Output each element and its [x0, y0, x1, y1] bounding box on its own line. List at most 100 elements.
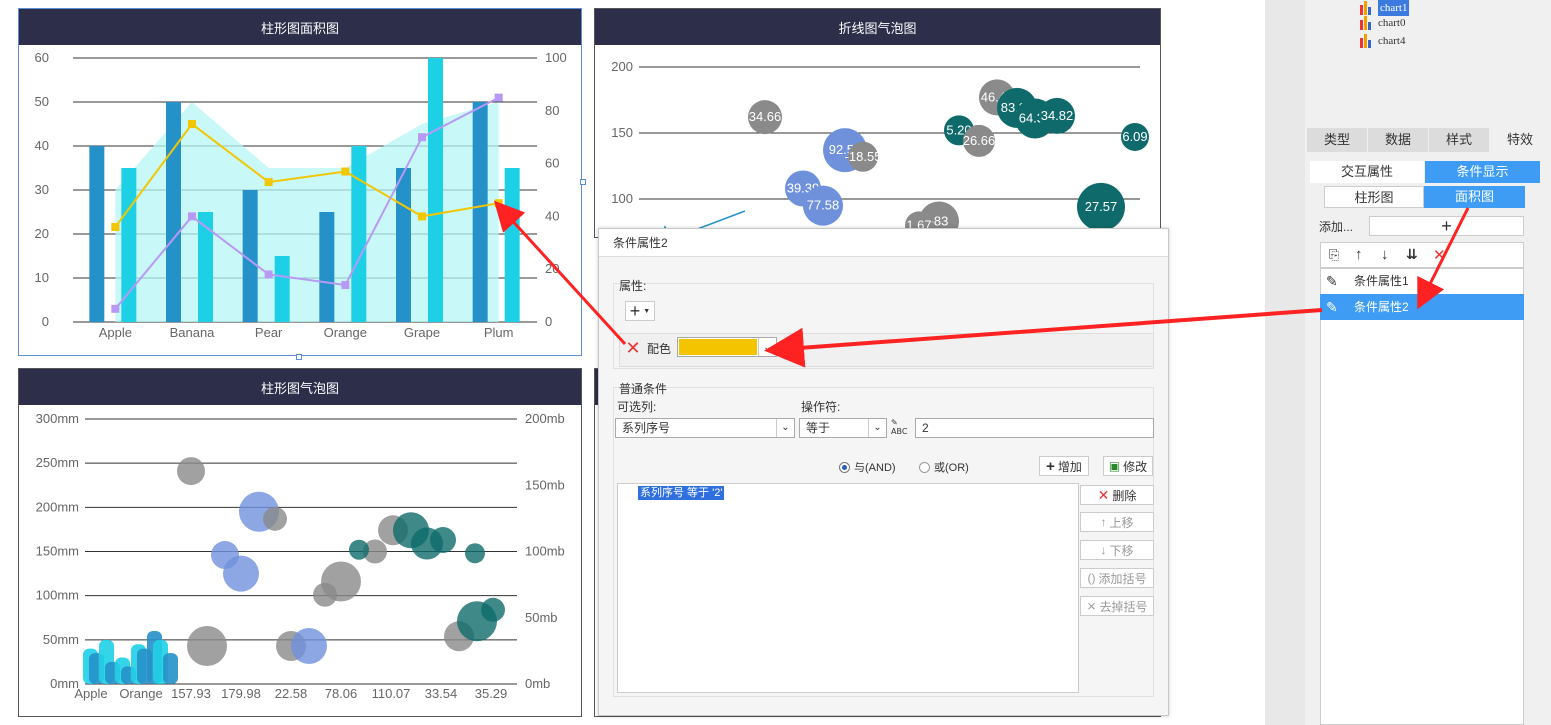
move-down-button[interactable]: ↓ 下移 [1080, 540, 1154, 560]
line-point [341, 167, 350, 176]
attr-section-label: 属性: [619, 279, 647, 293]
or-label: 或(OR) [934, 462, 969, 474]
y2-tick-label: 150mb [525, 477, 565, 492]
plus-icon: + [1046, 457, 1055, 475]
bar [504, 168, 520, 322]
radio-icon [919, 461, 930, 473]
line-point [264, 178, 273, 187]
condition-list[interactable]: 系列序号 等于 '2' [617, 483, 1079, 693]
or-radio[interactable]: 或(OR) [919, 459, 969, 475]
copy-icon[interactable]: ⎘ [1329, 247, 1339, 263]
y-tick-label: 60 [35, 50, 49, 65]
tab-data[interactable]: 数据 [1368, 128, 1428, 152]
delete-icon[interactable]: ✕ [1433, 246, 1446, 264]
bar-area-chart: 0 10 20 30 40 50 60 0 20 40 60 80 100 Apple Banana Pear… [35, 50, 567, 340]
chart-title: 柱形图面积图 [19, 9, 581, 45]
y2-tick-label: 0mb [525, 676, 550, 691]
y2-tick-label: 100mb [525, 544, 565, 559]
condition-dialog: 条件属性2 属性: + ▼ ✕ 配色 ⌄ 普通条件 可选列: 操作符: 系列序号… [598, 228, 1169, 716]
plus-icon: + [629, 301, 641, 321]
arrow-up-icon: ↑ [1100, 515, 1107, 529]
column-value: 系列序号 [622, 421, 671, 435]
tree-item-chart0[interactable]: chart0 [1360, 15, 1405, 31]
column-select[interactable]: 系列序号 ⌄ [615, 418, 795, 438]
line-point [494, 93, 503, 102]
bubble [430, 527, 456, 554]
x-tick-label: 157.93 [171, 686, 211, 701]
tab-effects[interactable]: 特效 [1490, 128, 1550, 152]
line-point [494, 199, 503, 208]
add-bracket-button[interactable]: () 添加括号 [1080, 568, 1154, 588]
move-bottom-icon[interactable]: ⇊ [1406, 246, 1418, 263]
chart-file-icon [1360, 16, 1374, 30]
add-condition-button[interactable]: + 增加 [1039, 456, 1089, 476]
value-text: 2 [922, 421, 929, 435]
seg-interaction[interactable]: 交互属性 [1310, 161, 1424, 183]
modify-condition-button[interactable]: ▣ 修改 [1103, 456, 1153, 476]
seg-condition-display[interactable]: 条件显示 [1425, 161, 1540, 183]
bubble [187, 626, 227, 667]
chart-panel-line-bubble[interactable]: 折线图气泡图 100 150 200 34.66 46.43 83.37 64.34 34.8… [594, 8, 1161, 238]
seg-area-chart[interactable]: 面积图 [1424, 186, 1525, 208]
color-picker[interactable]: ⌄ [677, 337, 777, 357]
move-up-button[interactable]: ↑ 上移 [1080, 512, 1154, 532]
x-tick-label: Orange [324, 325, 367, 340]
value-input[interactable]: 2 [915, 418, 1154, 438]
tab-style[interactable]: 样式 [1429, 128, 1489, 152]
operator-select[interactable]: 等于 ⌄ [799, 418, 887, 438]
bubble [481, 597, 505, 622]
delete-button[interactable]: ✕ 删除 [1080, 485, 1154, 505]
y2-tick-label: 40 [545, 208, 559, 223]
y2-tick-label: 0 [545, 314, 552, 329]
edit-icon: ▣ [1108, 459, 1121, 473]
list-item-condition-1[interactable]: ✎ 条件属性1 [1320, 268, 1524, 294]
chart-panel-bar-bubble[interactable]: 柱形图气泡图 0mm 50mm 100mm 150mm 200mm 250mm 300mm 0… [18, 368, 582, 717]
bubble [349, 539, 369, 560]
list-item-condition-2[interactable]: ✎ 条件属性2 [1320, 294, 1524, 320]
chevron-down-icon[interactable]: ⌄ [868, 419, 886, 437]
resize-handle[interactable] [296, 354, 302, 360]
y2-tick-label: 20 [545, 261, 559, 276]
chevron-down-icon[interactable]: ⌄ [758, 338, 776, 356]
y2-tick-label: 50mb [525, 610, 558, 625]
bar [319, 212, 335, 322]
add-label: 添加... [1319, 220, 1354, 234]
scroll-gutter [1265, 0, 1305, 725]
chart-file-icon [1360, 34, 1374, 48]
x-tick-label: Pear [255, 325, 283, 340]
and-radio[interactable]: 与(AND) [839, 459, 896, 475]
remove-bracket-button[interactable]: ⨯ 去掉括号 [1080, 596, 1154, 616]
seg-bar-chart[interactable]: 柱形图 [1324, 186, 1424, 208]
and-label: 与(AND) [854, 462, 896, 474]
x-tick-label: 33.54 [425, 686, 458, 701]
chart-title: 折线图气泡图 [595, 9, 1160, 45]
tab-type[interactable]: 类型 [1307, 128, 1367, 152]
line-point [188, 212, 196, 221]
chevron-down-icon[interactable]: ⌄ [776, 419, 794, 437]
bubble [321, 561, 361, 602]
line-point [418, 212, 426, 221]
bracket-icon: () [1087, 571, 1096, 585]
abc-type-icon[interactable]: ✎ ABC [891, 418, 911, 438]
tree-item-chart1[interactable]: chart1 [1360, 0, 1410, 16]
edit-pencil-icon: ✎ [1326, 273, 1338, 289]
remove-color-icon[interactable]: ✕ [625, 339, 641, 357]
tree-item-chart4[interactable]: chart4 [1360, 33, 1405, 49]
y-tick-label: 30 [35, 182, 49, 197]
y-tick-label: 150mm [36, 544, 79, 559]
condition-item[interactable]: 系列序号 等于 '2' [638, 486, 725, 500]
y2-tick-label: 200mb [525, 411, 565, 426]
chart-panel-bar-area[interactable]: 柱形图面积图 0 10 20 30 40 50 60 0 20 40 60 80 100 Apple Ban… [18, 8, 582, 356]
list-toolbar: ⎘ ↑ ↓ ⇊ ✕ [1320, 242, 1524, 268]
add-attr-button[interactable]: + ▼ [625, 301, 655, 321]
add-condition-field[interactable]: + [1369, 216, 1524, 236]
line-point [341, 281, 350, 290]
bubble-label: 34.82 [1041, 108, 1074, 123]
bubble-label: 27.57 [1085, 199, 1118, 214]
resize-handle[interactable] [580, 179, 586, 185]
bar [89, 146, 105, 322]
arrow-up-icon[interactable]: ↑ [1355, 246, 1363, 263]
chart-file-icon [1360, 1, 1374, 15]
y-tick-label: 40 [35, 138, 49, 153]
arrow-down-icon[interactable]: ↓ [1381, 246, 1389, 263]
